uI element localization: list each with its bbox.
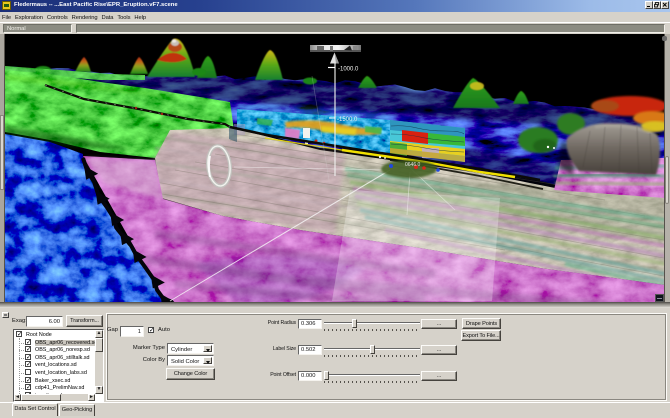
tree-item-label[interactable]: OBS_apr06_recovered.sd: [35, 340, 97, 346]
bathymetry-scene: 0646.0 -1000.0 -1500.: [5, 34, 664, 302]
close-button[interactable]: [661, 1, 669, 9]
menu-tools[interactable]: Tools: [115, 12, 132, 23]
menu-help[interactable]: Help: [132, 12, 148, 23]
point-offset-slider-handle[interactable]: [324, 371, 329, 380]
marker-type-select[interactable]: Cylinder: [167, 343, 214, 354]
color-by-select[interactable]: Solid Color: [167, 355, 214, 366]
tree-checkbox[interactable]: [16, 331, 22, 337]
title-bar: Fledermaus -- ...East Pacific Rise\EPR_E…: [0, 0, 670, 12]
tree-checkbox[interactable]: [25, 354, 31, 360]
tree-item-label[interactable]: Baker_xsec.sd: [35, 378, 70, 384]
viewport-right-thumb: [665, 156, 669, 204]
depth-label-1000: -1000.0: [338, 67, 359, 73]
menu-bar: FileExplorationControlsRenderingDataTool…: [0, 12, 670, 23]
transform-button[interactable]: Transform...: [66, 315, 103, 327]
gap-label: Gap: [107, 327, 118, 333]
menu-data[interactable]: Data: [100, 12, 116, 23]
scroll-up-button[interactable]: ▲: [95, 330, 103, 338]
status-row: Normal: [0, 23, 670, 34]
cluster-label: 0646.0: [405, 162, 421, 168]
tree-checkbox[interactable]: [25, 369, 31, 375]
export-to-file-button[interactable]: Export To File...: [461, 330, 501, 341]
viewport-corner-dot: [662, 36, 667, 41]
point-offset-ticks: [324, 381, 420, 383]
tree-item-label[interactable]: vent_location_labs.sd: [35, 370, 87, 376]
scroll-thumb[interactable]: [95, 338, 103, 352]
label-size-input[interactable]: 0.502: [298, 345, 322, 355]
label-size-ticks: [324, 355, 420, 357]
exag-label: Exag:: [12, 318, 27, 324]
menu-exploration[interactable]: Exploration: [13, 12, 45, 23]
tree-checkbox[interactable]: [25, 384, 31, 390]
menu-rendering[interactable]: Rendering: [70, 12, 100, 23]
viewport-left-thumb: [0, 115, 4, 190]
scroll-left-button[interactable]: ◄: [14, 394, 21, 401]
fledermaus-window: { "window": { "title": "Fledermaus -- ..…: [0, 0, 670, 418]
menu-controls[interactable]: Controls: [45, 12, 70, 23]
tree-checkbox[interactable]: [25, 339, 31, 345]
auto-label: Auto: [158, 327, 170, 333]
message-box: [76, 24, 665, 33]
auto-checkbox[interactable]: [148, 327, 154, 333]
scene-3d[interactable]: 0646.0 -1000.0 -1500.: [5, 34, 664, 302]
mode-label: Normal: [7, 26, 26, 32]
translucent-sheet: [332, 190, 500, 301]
data-set-control-panel: Exag: 6.00 Transform... Root NodeOBS_apr…: [0, 308, 670, 418]
scroll-down-button[interactable]: ▼: [95, 386, 103, 394]
scroll-right-button[interactable]: ►: [88, 394, 95, 401]
point-offset-label: Point Offset: [250, 372, 296, 378]
tree-item-label[interactable]: vent_locations.sd: [35, 362, 77, 368]
point-radius-more-button[interactable]: ...: [421, 319, 457, 329]
close-icon: [662, 2, 668, 8]
drape-points-button[interactable]: Drape Points: [462, 318, 501, 329]
tree-checkbox[interactable]: [25, 361, 31, 367]
tab-data-set-control[interactable]: Data Set Control: [12, 403, 58, 416]
viewport-corner-icon: [655, 294, 664, 302]
minimize-icon: [646, 2, 652, 8]
tab-geo-picking[interactable]: Geo-Picking: [59, 404, 95, 416]
tree-item-label[interactable]: OBS_apr06_stilltalk.sd: [35, 355, 90, 361]
point-radius-slider[interactable]: [324, 322, 420, 324]
tabs-baseline: [0, 402, 670, 403]
panel-detach-button[interactable]: [2, 312, 9, 318]
label-size-more-button[interactable]: ...: [421, 345, 457, 355]
dropdown-arrow-icon[interactable]: [203, 357, 212, 364]
menu-file[interactable]: File: [0, 12, 13, 23]
point-offset-more-button[interactable]: ...: [421, 371, 457, 381]
window-title: Fledermaus -- ...East Pacific Rise\EPR_E…: [14, 2, 178, 8]
tree-item-label[interactable]: OBS_apr06_noresp.sd: [35, 347, 90, 353]
depth-label-1500: -1500.0: [337, 117, 358, 123]
dataset-tree[interactable]: Root NodeOBS_apr06_recovered.sdOBS_apr06…: [13, 329, 104, 402]
app-icon: [2, 1, 11, 10]
tree-checkbox[interactable]: [25, 377, 31, 383]
tree-hscrollbar[interactable]: ◄►: [14, 394, 95, 401]
mode-box: Normal: [3, 24, 72, 33]
dropdown-arrow-icon[interactable]: [203, 345, 212, 352]
exag-input[interactable]: 6.00: [26, 316, 63, 327]
point-radius-ticks: [324, 329, 420, 331]
point-radius-label: Point Radius: [250, 320, 296, 326]
tree-item-label[interactable]: cdp41_PrelimNav.sd: [35, 385, 84, 391]
tree-checkbox[interactable]: [25, 346, 31, 352]
scene-viewport[interactable]: 0646.0 -1000.0 -1500.: [0, 34, 670, 302]
label-size-slider-handle[interactable]: [370, 345, 375, 354]
color-by-label: Color By: [120, 357, 165, 363]
point-radius-slider-handle[interactable]: [352, 319, 357, 328]
label-size-label: Label Size: [250, 346, 296, 352]
scroll-thumb[interactable]: [21, 394, 61, 401]
point-radius-input[interactable]: 0.306: [298, 319, 322, 329]
point-offset-slider[interactable]: [324, 374, 420, 376]
change-color-button[interactable]: Change Color: [166, 368, 215, 380]
restore-button[interactable]: [653, 1, 661, 9]
point-offset-input[interactable]: 0.000: [298, 371, 322, 381]
marker-type-label: Marker Type: [120, 345, 165, 351]
restore-icon: [654, 2, 660, 8]
minimize-button[interactable]: [645, 1, 653, 9]
tree-vscrollbar[interactable]: ▲▼: [95, 330, 103, 394]
gap-input[interactable]: 1: [120, 326, 144, 337]
